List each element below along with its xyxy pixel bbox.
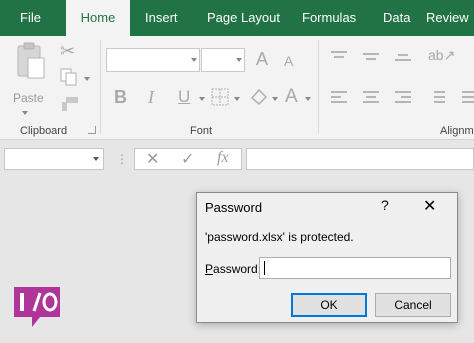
enter-icon[interactable]: ✓ xyxy=(181,149,194,169)
font-color-icon[interactable]: A xyxy=(285,87,298,106)
tab-data[interactable]: Data xyxy=(383,0,410,36)
font-size-dropdown[interactable] xyxy=(201,48,245,72)
font-color-dropdown-icon[interactable] xyxy=(305,97,311,101)
italic-icon[interactable]: I xyxy=(148,88,154,106)
io-logo-icon xyxy=(14,287,60,327)
ok-button[interactable]: OK xyxy=(291,293,367,317)
paste-dropdown-icon[interactable] xyxy=(22,111,28,115)
borders-icon[interactable] xyxy=(211,88,229,106)
text-cursor xyxy=(264,261,265,275)
format-painter-icon[interactable] xyxy=(60,96,80,112)
align-right-icon[interactable] xyxy=(394,90,412,104)
borders-dropdown-icon[interactable] xyxy=(234,97,240,101)
increase-font-size-icon[interactable]: A xyxy=(256,50,268,68)
formula-input[interactable] xyxy=(246,148,474,170)
close-icon[interactable]: ✕ xyxy=(423,196,436,216)
tab-review[interactable]: Review xyxy=(426,0,469,36)
group-divider xyxy=(100,40,101,134)
cut-icon[interactable]: ✂ xyxy=(60,42,75,60)
name-box[interactable] xyxy=(4,148,104,170)
help-icon[interactable]: ? xyxy=(381,197,389,213)
font-name-dropdown[interactable] xyxy=(106,48,200,72)
align-left-icon[interactable] xyxy=(330,90,348,104)
fill-color-dropdown-icon[interactable] xyxy=(272,97,278,101)
chevron-down-icon xyxy=(93,157,99,161)
align-center-icon[interactable] xyxy=(362,90,380,104)
chevron-down-icon xyxy=(236,58,242,62)
copy-icon[interactable] xyxy=(60,68,78,86)
ribbon-tab-bar: File Home Insert Page Layout Formulas Da… xyxy=(0,0,474,36)
cancel-button[interactable]: Cancel xyxy=(375,293,451,317)
tab-insert[interactable]: Insert xyxy=(145,0,178,36)
font-group-label: Font xyxy=(190,125,213,137)
copy-dropdown-icon[interactable] xyxy=(84,77,90,81)
password-input[interactable] xyxy=(259,257,451,279)
tab-page-layout[interactable]: Page Layout xyxy=(207,0,280,36)
clipboard-group-label: Clipboard xyxy=(20,125,68,137)
ribbon: Paste ✂ Clipboard A A B I U A Font ab↗ A… xyxy=(0,36,474,140)
bottom-align-icon[interactable] xyxy=(394,50,412,62)
dialog-title: Password xyxy=(205,200,263,215)
insert-function-icon[interactable]: fx xyxy=(217,149,229,167)
tab-formulas[interactable]: Formulas xyxy=(302,0,356,36)
increase-indent-icon[interactable] xyxy=(458,90,474,104)
orientation-icon[interactable]: ab↗ xyxy=(428,48,455,62)
protected-message: 'password.xlsx' is protected. xyxy=(205,230,354,244)
middle-align-icon[interactable] xyxy=(362,50,380,62)
password-dialog: Password ? ✕ 'password.xlsx' is protecte… xyxy=(196,192,458,323)
formula-bar-grip-icon[interactable]: ⋮ xyxy=(116,152,128,166)
paste-button-label[interactable]: Paste xyxy=(13,92,44,104)
underline-dropdown-icon[interactable] xyxy=(199,97,205,101)
group-divider xyxy=(318,40,319,134)
decrease-indent-icon[interactable] xyxy=(428,90,446,104)
password-label: Password: xyxy=(205,262,262,276)
tab-home[interactable]: Home xyxy=(66,0,130,36)
top-align-icon[interactable] xyxy=(330,50,348,62)
alignment-group-label: Alignment xyxy=(440,125,474,137)
bold-icon[interactable]: B xyxy=(114,88,127,106)
underline-icon[interactable]: U xyxy=(178,88,190,105)
paste-icon[interactable] xyxy=(12,42,48,82)
clipboard-launcher-icon[interactable] xyxy=(88,126,96,134)
decrease-font-size-icon[interactable]: A xyxy=(284,54,293,68)
tab-file[interactable]: File xyxy=(20,0,41,36)
cancel-icon[interactable]: ✕ xyxy=(146,149,159,169)
chevron-down-icon xyxy=(191,58,197,62)
fill-color-icon[interactable] xyxy=(248,86,270,108)
